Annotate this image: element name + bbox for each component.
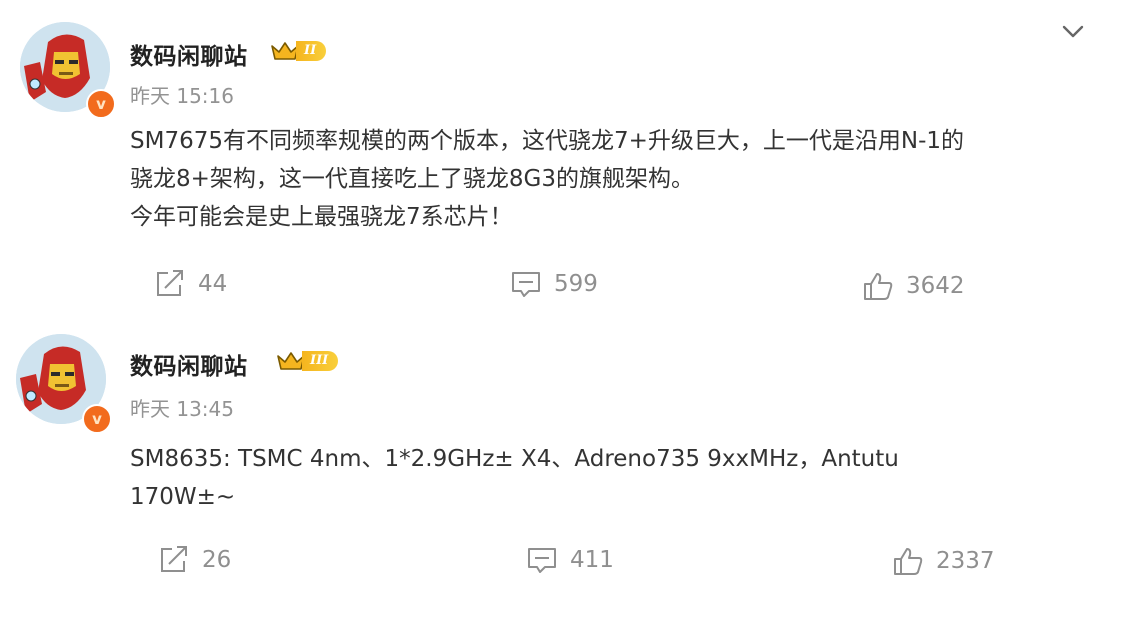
repost-button[interactable]: 44 (154, 269, 227, 299)
share-icon (157, 270, 183, 296)
repost-count: 26 (202, 547, 232, 573)
timestamp[interactable]: 昨天 15:16 (130, 80, 234, 109)
repost-count: 44 (198, 271, 228, 297)
share-icon (161, 546, 187, 572)
timestamp[interactable]: 昨天 13:45 (130, 393, 234, 422)
post-card: v 数码闲聊站 III 昨天 13:45 SM8635: TSMC 4nm、1*… (0, 320, 1137, 631)
repost-button[interactable]: 26 (158, 545, 231, 575)
like-count: 3642 (906, 273, 965, 299)
post-content: SM8635: TSMC 4nm、1*2.9GHz± X4、Adreno735 … (130, 440, 899, 516)
content-line: SM7675有不同频率规模的两个版本，这代骁龙7+升级巨大，上一代是沿用N-1的 (130, 128, 965, 154)
content-line: SM8635: TSMC 4nm、1*2.9GHz± X4、Adreno735 … (130, 446, 899, 472)
username[interactable]: 数码闲聊站 (130, 37, 248, 71)
level-badge[interactable]: III (276, 350, 339, 372)
verified-badge: v (86, 89, 116, 119)
verified-badge: v (82, 404, 112, 434)
like-count: 2337 (936, 548, 995, 574)
avatar[interactable]: v (20, 22, 116, 119)
avatar[interactable]: v (16, 334, 112, 434)
level-label: II (296, 41, 327, 61)
level-label: III (302, 351, 339, 371)
content-line: 今年可能会是史上最强骁龙7系芯片！ (130, 204, 513, 230)
post-card: v 数码闲聊站 II 昨天 15:16 SM7675有不同频率规模的两个版本，这… (0, 0, 1137, 320)
comment-button[interactable]: 599 (510, 269, 598, 299)
comment-icon (528, 548, 556, 573)
feed: v 数码闲聊站 II 昨天 15:16 SM7675有不同频率规模的两个版本，这… (0, 0, 1137, 631)
like-button[interactable]: 2337 (892, 546, 995, 576)
like-button[interactable]: 3642 (862, 271, 965, 301)
content-line: 骁龙8+架构，这一代直接吃上了骁龙8G3的旗舰架构。 (130, 166, 694, 192)
content-line: 170W±~ (130, 484, 236, 510)
thumbs-up-icon (894, 548, 923, 575)
comment-button[interactable]: 411 (526, 545, 614, 575)
level-badge[interactable]: II (270, 40, 327, 62)
comment-icon (512, 272, 540, 297)
thumbs-up-icon (864, 273, 893, 300)
post-content: SM7675有不同频率规模的两个版本，这代骁龙7+升级巨大，上一代是沿用N-1的… (130, 122, 964, 236)
comment-count: 411 (570, 547, 614, 573)
comment-count: 599 (554, 271, 598, 297)
username[interactable]: 数码闲聊站 (130, 347, 248, 381)
